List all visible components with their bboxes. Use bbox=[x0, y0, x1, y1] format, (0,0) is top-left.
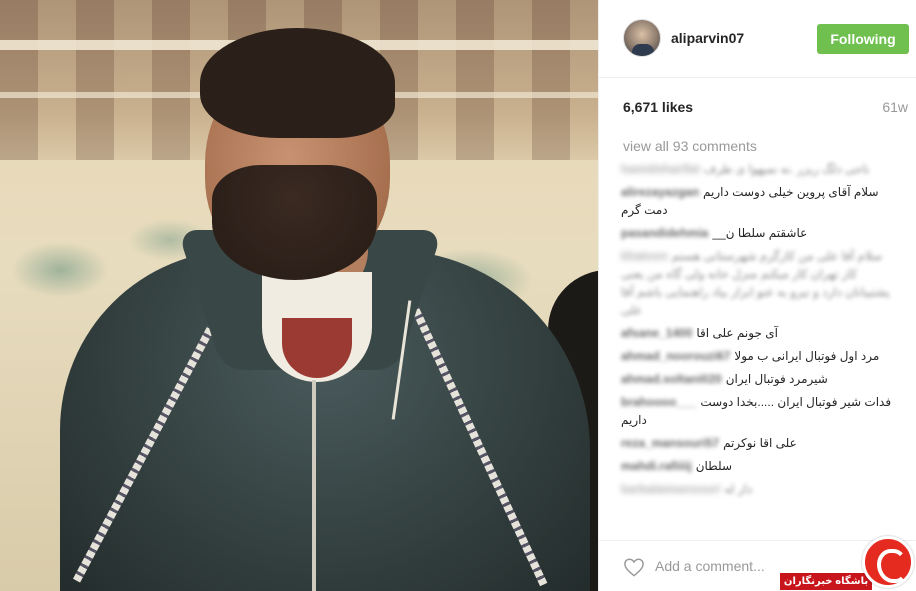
comment-item: karbalaimansouri دار له bbox=[621, 480, 893, 498]
comment-item: khatoon سلام آقا علی من کارگرم شهرستانی ه… bbox=[621, 247, 893, 319]
comment-text: آی جونم علی اقا bbox=[696, 326, 778, 340]
photo-hair bbox=[200, 28, 395, 138]
watermark-label: باشگاه خبرنگاران bbox=[780, 573, 872, 590]
username-link[interactable]: aliparvin07 bbox=[671, 30, 744, 46]
comment-list: hamidsharifat ناجی دلگ ریزر .نه نمیهوا ی … bbox=[621, 160, 893, 503]
post-side-panel: aliparvin07 Following 6,671 likes 61w vi… bbox=[598, 0, 916, 591]
comment-item: brahoooo___ فدات شیر فوتبال ایران .....بخ… bbox=[621, 393, 893, 429]
comment-username-link[interactable]: alirezayazgan bbox=[621, 185, 699, 199]
watermark-logo-icon bbox=[862, 536, 914, 588]
comment-text: شیرمرد فوتبال ایران bbox=[725, 372, 828, 386]
view-all-comments-link[interactable]: view all 93 comments bbox=[623, 138, 757, 154]
comment-text: علی اقا نوکرتم bbox=[723, 436, 797, 450]
post-photo[interactable] bbox=[0, 0, 598, 591]
comment-username-link[interactable]: karbalaimansouri bbox=[621, 482, 720, 496]
likes-count[interactable]: 6,671 likes bbox=[623, 99, 693, 115]
following-button[interactable]: Following bbox=[817, 24, 909, 54]
post-time[interactable]: 61w bbox=[882, 99, 908, 115]
comment-username-link[interactable]: reza_mansouri57 bbox=[621, 436, 719, 450]
photo-beard bbox=[212, 165, 377, 280]
comment-text: مرد اول فوتبال ایرانی ب مولا bbox=[734, 349, 880, 363]
heart-icon[interactable] bbox=[623, 557, 645, 577]
comment-item: ahmad.soltani020 شیرمرد فوتبال ایران bbox=[621, 370, 893, 388]
comment-username-link[interactable]: hamidsharifat bbox=[621, 162, 700, 176]
comment-item: alirezayazgan سلام آقای پروین خیلی دوست د… bbox=[621, 183, 893, 219]
comment-item: mahdi.rafiiiij سلطان bbox=[621, 457, 893, 475]
comment-username-link[interactable]: pasandidehmia bbox=[621, 226, 708, 240]
comment-username-link[interactable]: afsane_1400 bbox=[621, 326, 692, 340]
comment-item: afsane_1400 آی جونم علی اقا bbox=[621, 324, 893, 342]
comment-item: pasandidehmia عاشقتم سلطا ن__ bbox=[621, 224, 893, 242]
comment-item: reza_mansouri57 علی اقا نوکرتم bbox=[621, 434, 893, 452]
comment-text: ناجی دلگ ریزر .نه نمیهوا ی طرف bbox=[703, 162, 870, 176]
comment-username-link[interactable]: ahmad_noorouzi67 bbox=[621, 349, 730, 363]
post-header: aliparvin07 Following bbox=[599, 0, 916, 78]
jacket-zipper bbox=[312, 380, 316, 591]
comment-username-link[interactable]: brahoooo___ bbox=[621, 395, 696, 409]
comment-text: عاشقتم سلطا ن__ bbox=[712, 226, 808, 240]
comment-text: دار له bbox=[724, 482, 753, 496]
comment-username-link[interactable]: ahmad.soltani020 bbox=[621, 372, 722, 386]
comment-username-link[interactable]: khatoon bbox=[621, 249, 668, 263]
comment-item: hamidsharifat ناجی دلگ ریزر .نه نمیهوا ی … bbox=[621, 160, 893, 178]
comment-username-link[interactable]: mahdi.rafiiiij bbox=[621, 459, 692, 473]
comment-text: سلطان bbox=[695, 459, 733, 473]
avatar[interactable] bbox=[623, 19, 661, 57]
comment-item: ahmad_noorouzi67 مرد اول فوتبال ایرانی ب … bbox=[621, 347, 893, 365]
